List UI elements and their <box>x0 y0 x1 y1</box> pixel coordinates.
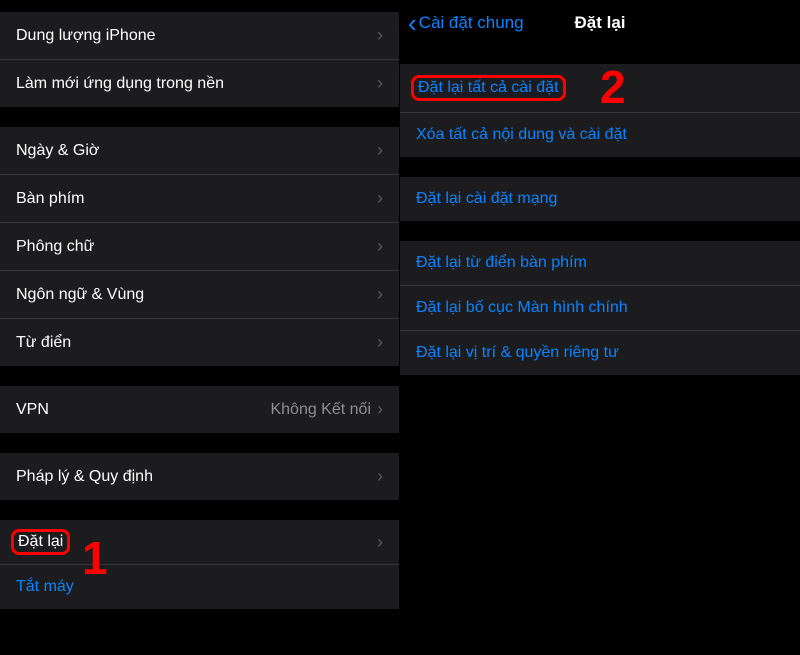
back-button[interactable]: ‹ Cài đặt chung <box>408 10 524 36</box>
chevron-right-icon: › <box>377 236 383 257</box>
row-reset-location-privacy[interactable]: Đặt lại vị trí & quyền riêng tư <box>400 331 800 375</box>
row-reset[interactable]: Đặt lại › <box>0 520 399 565</box>
row-dictionary[interactable]: Từ điển › <box>0 319 399 366</box>
row-shutdown[interactable]: Tắt máy <box>0 565 399 609</box>
row-legal[interactable]: Pháp lý & Quy định › <box>0 453 399 500</box>
chevron-right-icon: › <box>377 25 383 46</box>
row-fonts[interactable]: Phông chữ › <box>0 223 399 271</box>
row-keyboard[interactable]: Bàn phím › <box>0 175 399 223</box>
row-label: Làm mới ứng dụng trong nền <box>16 75 224 93</box>
chevron-left-icon: ‹ <box>408 10 417 36</box>
row-label: Đặt lại từ điển bàn phím <box>416 254 587 272</box>
settings-group-vpn: VPN Không Kết nối › <box>0 386 399 433</box>
settings-group-legal: Pháp lý & Quy định › <box>0 453 399 500</box>
row-label: Xóa tất cả nội dung và cài đặt <box>416 126 627 144</box>
row-vpn[interactable]: VPN Không Kết nối › <box>0 386 399 433</box>
row-right: Không Kết nối › <box>270 399 383 420</box>
row-label: Đặt lại cài đặt mạng <box>416 190 557 208</box>
row-iphone-storage[interactable]: Dung lượng iPhone › <box>0 12 399 60</box>
annotation-marker-1: 1 <box>82 531 108 585</box>
nav-header: ‹ Cài đặt chung Đặt lại <box>400 0 800 50</box>
row-reset-network[interactable]: Đặt lại cài đặt mạng <box>400 177 800 221</box>
back-label: Cài đặt chung <box>419 13 524 33</box>
row-label: Ngày & Giờ <box>16 142 99 160</box>
row-label: Đặt lại tất cả cài đặt <box>411 75 566 101</box>
row-language-region[interactable]: Ngôn ngữ & Vùng › <box>0 271 399 319</box>
row-label: Ngôn ngữ & Vùng <box>16 286 144 304</box>
chevron-right-icon: › <box>377 284 383 305</box>
chevron-right-icon: › <box>377 188 383 209</box>
settings-group-storage: Dung lượng iPhone › Làm mới ứng dụng tro… <box>0 12 399 107</box>
reset-group-3: Đặt lại từ điển bàn phím Đặt lại bố cục … <box>400 241 800 375</box>
settings-group-reset: Đặt lại › Tắt máy <box>0 520 399 609</box>
row-background-app-refresh[interactable]: Làm mới ứng dụng trong nền › <box>0 60 399 107</box>
row-date-time[interactable]: Ngày & Giờ › <box>0 127 399 175</box>
settings-general-panel: Dung lượng iPhone › Làm mới ứng dụng tro… <box>0 0 400 655</box>
row-label: Dung lượng iPhone <box>16 27 156 45</box>
row-label: Tắt máy <box>16 578 74 596</box>
chevron-right-icon: › <box>377 140 383 161</box>
row-label: Đặt lại <box>11 529 70 555</box>
chevron-right-icon: › <box>377 332 383 353</box>
row-label: VPN <box>16 401 49 419</box>
row-label: Phông chữ <box>16 238 94 256</box>
row-label: Đặt lại vị trí & quyền riêng tư <box>416 344 619 362</box>
chevron-right-icon: › <box>377 399 383 420</box>
row-label: Pháp lý & Quy định <box>16 468 153 486</box>
chevron-right-icon: › <box>377 466 383 487</box>
row-reset-home-screen[interactable]: Đặt lại bố cục Màn hình chính <box>400 286 800 331</box>
row-label: Bàn phím <box>16 190 84 208</box>
annotation-marker-2: 2 <box>600 60 626 114</box>
chevron-right-icon: › <box>377 532 383 553</box>
settings-group-datetime: Ngày & Giờ › Bàn phím › Phông chữ › Ngôn… <box>0 127 399 366</box>
row-label: Đặt lại bố cục Màn hình chính <box>416 299 628 317</box>
row-erase-all-content[interactable]: Xóa tất cả nội dung và cài đặt <box>400 113 800 157</box>
row-reset-keyboard-dict[interactable]: Đặt lại từ điển bàn phím <box>400 241 800 286</box>
row-value: Không Kết nối <box>270 401 371 419</box>
chevron-right-icon: › <box>377 73 383 94</box>
page-title: Đặt lại <box>574 13 625 33</box>
row-label: Từ điển <box>16 334 71 352</box>
reset-group-2: Đặt lại cài đặt mạng <box>400 177 800 221</box>
